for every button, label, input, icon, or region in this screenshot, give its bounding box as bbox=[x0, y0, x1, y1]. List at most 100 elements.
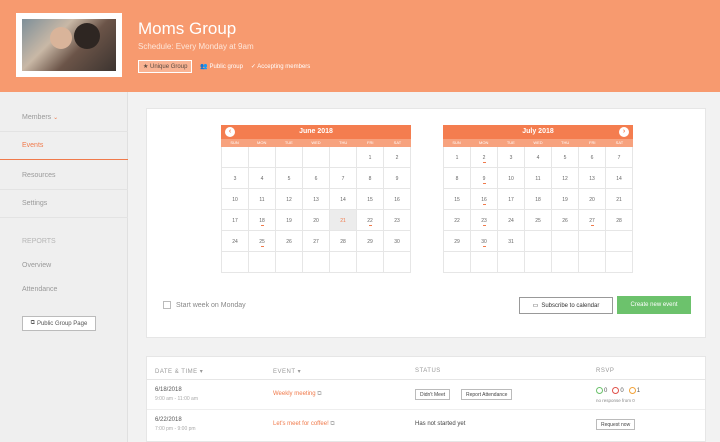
calendar-day[interactable]: 1 bbox=[444, 147, 471, 168]
group-title: Moms Group bbox=[138, 19, 237, 38]
calendar-day[interactable]: 29 bbox=[444, 231, 471, 252]
rsvp-yes: 0 bbox=[596, 387, 607, 394]
sidebar-item-members[interactable]: Members ⌄ bbox=[0, 104, 128, 132]
weekday-label: WED bbox=[311, 140, 321, 145]
weekday-label: SAT bbox=[615, 140, 624, 145]
weekday-row: SUN MON TUE WED THU FRI SAT bbox=[443, 139, 633, 147]
calendar-day[interactable]: 23 bbox=[384, 210, 411, 231]
calendar-day[interactable]: 2 bbox=[384, 147, 411, 168]
calendar-day[interactable]: 18 bbox=[525, 189, 552, 210]
calendar-day[interactable]: 23 bbox=[471, 210, 498, 231]
calendar-day[interactable]: 26 bbox=[276, 231, 303, 252]
accepting-members-tag: ✓ Accepting members bbox=[250, 64, 311, 70]
calendar-day[interactable]: 5 bbox=[276, 168, 303, 189]
calendar-day[interactable]: 5 bbox=[552, 147, 579, 168]
calendar-day[interactable]: 17 bbox=[498, 189, 525, 210]
calendar-day[interactable]: 19 bbox=[552, 189, 579, 210]
sidebar-item-resources[interactable]: Resources bbox=[0, 162, 128, 190]
calendar-day[interactable]: 2 bbox=[471, 147, 498, 168]
calendar-day[interactable]: 22 bbox=[357, 210, 384, 231]
column-header-date[interactable]: DATE & TIME ▾ bbox=[155, 368, 203, 375]
star-icon: ★ bbox=[143, 64, 151, 70]
start-week-toggle[interactable]: Start week on Monday bbox=[163, 301, 246, 309]
calendar-day[interactable]: 3 bbox=[222, 168, 249, 189]
calendar-day[interactable]: 11 bbox=[525, 168, 552, 189]
calendar-day[interactable]: 28 bbox=[330, 231, 357, 252]
reports-heading: REPORTS bbox=[22, 238, 56, 245]
calendar-day[interactable]: 7 bbox=[606, 147, 633, 168]
calendar-day[interactable]: 12 bbox=[552, 168, 579, 189]
calendar-day[interactable]: 1 bbox=[357, 147, 384, 168]
calendar-day[interactable]: 26 bbox=[552, 210, 579, 231]
calendar-header: July 2018 › bbox=[443, 125, 633, 139]
calendar-day[interactable]: 14 bbox=[606, 168, 633, 189]
request-now-button[interactable]: Request now bbox=[596, 419, 636, 430]
prev-month-arrow-icon[interactable]: ‹ bbox=[225, 127, 235, 137]
calendar-day bbox=[249, 147, 276, 168]
calendar-day[interactable]: 13 bbox=[303, 189, 330, 210]
calendar-day[interactable]: 24 bbox=[498, 210, 525, 231]
row-date: 6/22/2018 bbox=[155, 417, 182, 423]
event-link[interactable]: Weekly meeting ⧉ bbox=[273, 391, 322, 398]
calendar-day[interactable]: 15 bbox=[357, 189, 384, 210]
calendar-day bbox=[444, 252, 471, 273]
public-group-page-button[interactable]: ⧉ Public Group Page bbox=[22, 316, 96, 331]
calendar-day[interactable]: 16 bbox=[471, 189, 498, 210]
calendar-day[interactable]: 6 bbox=[579, 147, 606, 168]
calendar-day[interactable]: 10 bbox=[498, 168, 525, 189]
calendar-day[interactable]: 21 bbox=[606, 189, 633, 210]
weekday-row: SUN MON TUE WED THU FRI SAT bbox=[221, 139, 411, 147]
calendar-day[interactable]: 20 bbox=[579, 189, 606, 210]
events-table: DATE & TIME ▾ EVENT ▾ STATUS RSVP 6/18/2… bbox=[146, 356, 706, 442]
calendar-day[interactable]: 31 bbox=[498, 231, 525, 252]
calendar-day[interactable]: 14 bbox=[330, 189, 357, 210]
calendar-day[interactable]: 20 bbox=[303, 210, 330, 231]
calendar-day[interactable]: 25 bbox=[525, 210, 552, 231]
calendar-day[interactable]: 19 bbox=[276, 210, 303, 231]
calendar-day[interactable]: 12 bbox=[276, 189, 303, 210]
column-header-event[interactable]: EVENT ▾ bbox=[273, 368, 301, 375]
calendar-day[interactable]: 6 bbox=[303, 168, 330, 189]
calendar-day[interactable]: 30 bbox=[384, 231, 411, 252]
next-month-arrow-icon[interactable]: › bbox=[619, 127, 629, 137]
calendar-day[interactable]: 3 bbox=[498, 147, 525, 168]
didnt-meet-button[interactable]: Didn't Meet bbox=[415, 389, 451, 400]
column-header-status: STATUS bbox=[415, 368, 441, 374]
sidebar-item-attendance[interactable]: Attendance bbox=[22, 286, 57, 293]
weekday-label: THU bbox=[561, 140, 570, 145]
calendar-day[interactable]: 25 bbox=[249, 231, 276, 252]
calendar-day[interactable]: 7 bbox=[330, 168, 357, 189]
calendar-day[interactable]: 8 bbox=[357, 168, 384, 189]
calendar-day[interactable]: 28 bbox=[606, 210, 633, 231]
sidebar-item-events[interactable]: Events bbox=[0, 132, 128, 160]
calendar-day[interactable]: 27 bbox=[303, 231, 330, 252]
create-event-button[interactable]: Create new event bbox=[617, 296, 691, 314]
calendar-day[interactable]: 4 bbox=[525, 147, 552, 168]
calendar-day bbox=[330, 252, 357, 273]
calendar-day[interactable]: 24 bbox=[222, 231, 249, 252]
calendar-day[interactable]: 21 bbox=[330, 210, 357, 231]
external-link-icon: ⧉ bbox=[30, 320, 35, 326]
calendar-day[interactable]: 22 bbox=[444, 210, 471, 231]
calendar-day[interactable]: 30 bbox=[471, 231, 498, 252]
calendar-day[interactable]: 16 bbox=[384, 189, 411, 210]
calendar-day[interactable]: 9 bbox=[384, 168, 411, 189]
calendar-day[interactable]: 27 bbox=[579, 210, 606, 231]
calendar-day[interactable]: 17 bbox=[222, 210, 249, 231]
event-link[interactable]: Let's meet for coffee! ⧉ bbox=[273, 421, 335, 428]
calendar-day[interactable]: 15 bbox=[444, 189, 471, 210]
calendar-day[interactable]: 9 bbox=[471, 168, 498, 189]
weekday-label: TUE bbox=[284, 140, 293, 145]
calendar-day[interactable]: 10 bbox=[222, 189, 249, 210]
sidebar-item-overview[interactable]: Overview bbox=[22, 262, 51, 269]
calendar-day[interactable]: 8 bbox=[444, 168, 471, 189]
calendar-day[interactable]: 29 bbox=[357, 231, 384, 252]
calendar-day[interactable]: 13 bbox=[579, 168, 606, 189]
start-week-checkbox[interactable] bbox=[163, 301, 171, 309]
calendar-day[interactable]: 11 bbox=[249, 189, 276, 210]
subscribe-calendar-button[interactable]: ▭ Subscribe to calendar bbox=[519, 297, 613, 314]
calendar-day[interactable]: 18 bbox=[249, 210, 276, 231]
report-attendance-button[interactable]: Report Attendance bbox=[461, 389, 513, 400]
calendar-day[interactable]: 4 bbox=[249, 168, 276, 189]
sidebar-item-settings[interactable]: Settings bbox=[0, 190, 128, 218]
